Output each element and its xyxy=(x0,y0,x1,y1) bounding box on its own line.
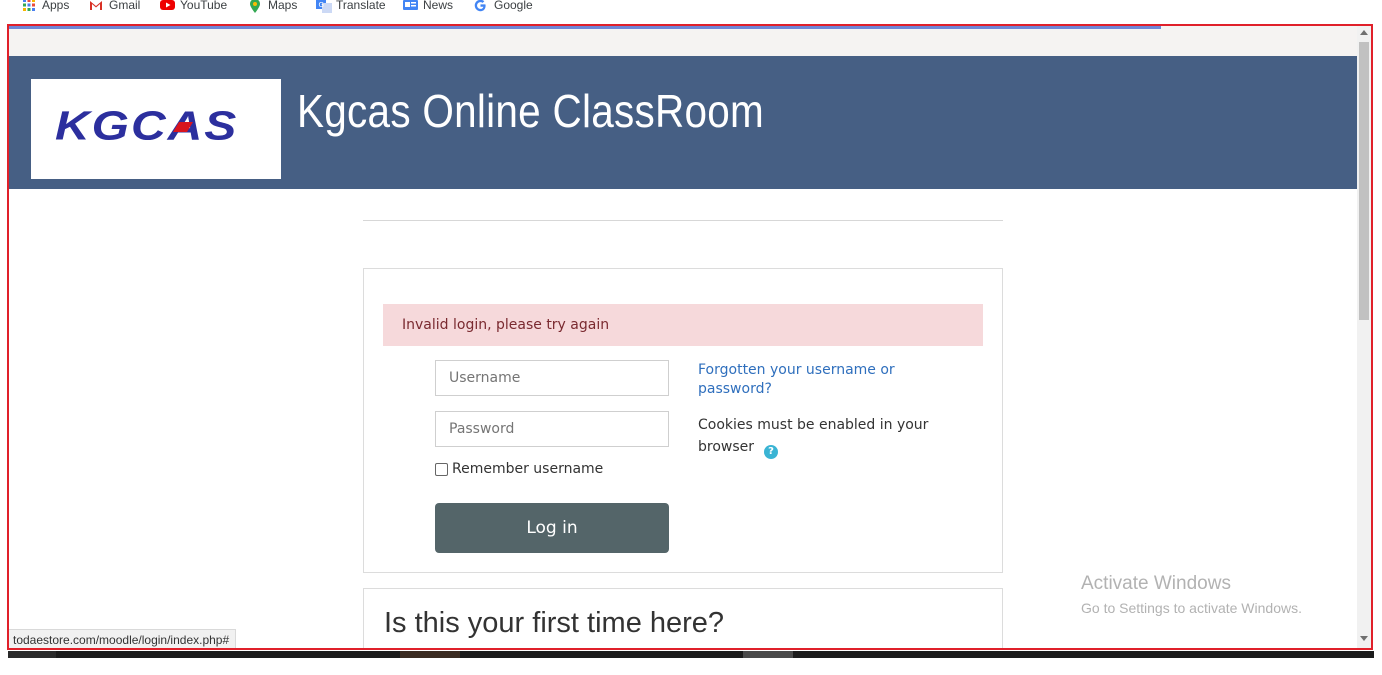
taskbar-strip xyxy=(8,651,1374,658)
bookmark-label: Gmail xyxy=(109,0,141,12)
status-bar-url: todaestore.com/moodle/login/index.php# xyxy=(9,629,237,648)
activate-windows-subtitle: Go to Settings to activate Windows. xyxy=(1081,600,1302,616)
google-g-icon xyxy=(474,0,488,12)
bookmark-label: Apps xyxy=(42,0,70,12)
svg-text:G: G xyxy=(319,1,324,9)
question-circle-icon[interactable]: ? xyxy=(764,445,779,459)
forgot-password-link[interactable]: Forgotten your username or password? xyxy=(698,361,928,399)
page-load-progress xyxy=(9,26,1161,29)
remember-username[interactable]: Remember username xyxy=(435,461,603,477)
bookmark-news[interactable]: News xyxy=(403,0,453,12)
divider xyxy=(363,220,1003,221)
first-time-card: Is this your first time here? xyxy=(363,588,1003,648)
kgcas-logo-icon: KGCAS xyxy=(55,104,238,149)
logo-text: KGCAS xyxy=(55,104,238,149)
top-strip xyxy=(9,26,1357,56)
site-header: KGCAS Kgcas Online ClassRoom xyxy=(9,56,1357,189)
translate-icon: G xyxy=(316,0,332,13)
bookmark-label: Google xyxy=(494,0,533,12)
page-viewport: KGCAS Kgcas Online ClassRoom Invalid log… xyxy=(7,24,1373,650)
bookmark-translate[interactable]: G Translate xyxy=(316,0,386,13)
login-card: Invalid login, please try again Remember… xyxy=(363,268,1003,573)
scroll-down-icon[interactable] xyxy=(1360,636,1368,641)
cookies-text: Cookies must be enabled in your browser xyxy=(698,417,929,455)
bookmarks-bar: Apps Gmail YouTube Maps G Translate News xyxy=(0,0,1382,14)
bookmark-maps[interactable]: Maps xyxy=(248,0,298,13)
username-input[interactable] xyxy=(435,360,669,396)
first-time-heading: Is this your first time here? xyxy=(384,607,725,639)
youtube-icon xyxy=(160,0,175,11)
scrollbar-thumb[interactable] xyxy=(1359,42,1369,320)
bookmark-google[interactable]: Google xyxy=(474,0,533,12)
remember-label: Remember username xyxy=(452,461,604,477)
bookmark-youtube[interactable]: YouTube xyxy=(160,0,227,12)
activate-windows-title: Activate Windows xyxy=(1081,573,1231,594)
bookmark-label: Translate xyxy=(336,0,386,12)
bookmark-label: News xyxy=(423,0,454,12)
site-logo[interactable]: KGCAS xyxy=(31,79,281,179)
apps-grid-icon xyxy=(22,0,36,11)
login-error-alert: Invalid login, please try again xyxy=(383,304,983,346)
cookies-notice: Cookies must be enabled in your browser? xyxy=(698,414,938,459)
bookmark-gmail[interactable]: Gmail xyxy=(89,0,140,12)
bookmark-apps[interactable]: Apps xyxy=(22,0,69,12)
scroll-up-icon[interactable] xyxy=(1360,30,1368,35)
gmail-icon xyxy=(89,0,103,11)
maps-pin-icon xyxy=(248,0,262,13)
site-title[interactable]: Kgcas Online ClassRoom xyxy=(297,84,764,138)
password-input[interactable] xyxy=(435,411,669,447)
login-button[interactable]: Log in xyxy=(435,503,669,553)
news-icon xyxy=(403,0,418,11)
vertical-scrollbar[interactable] xyxy=(1357,26,1371,648)
bookmark-label: YouTube xyxy=(180,0,228,12)
bookmark-label: Maps xyxy=(268,0,298,12)
remember-checkbox[interactable] xyxy=(435,462,448,476)
